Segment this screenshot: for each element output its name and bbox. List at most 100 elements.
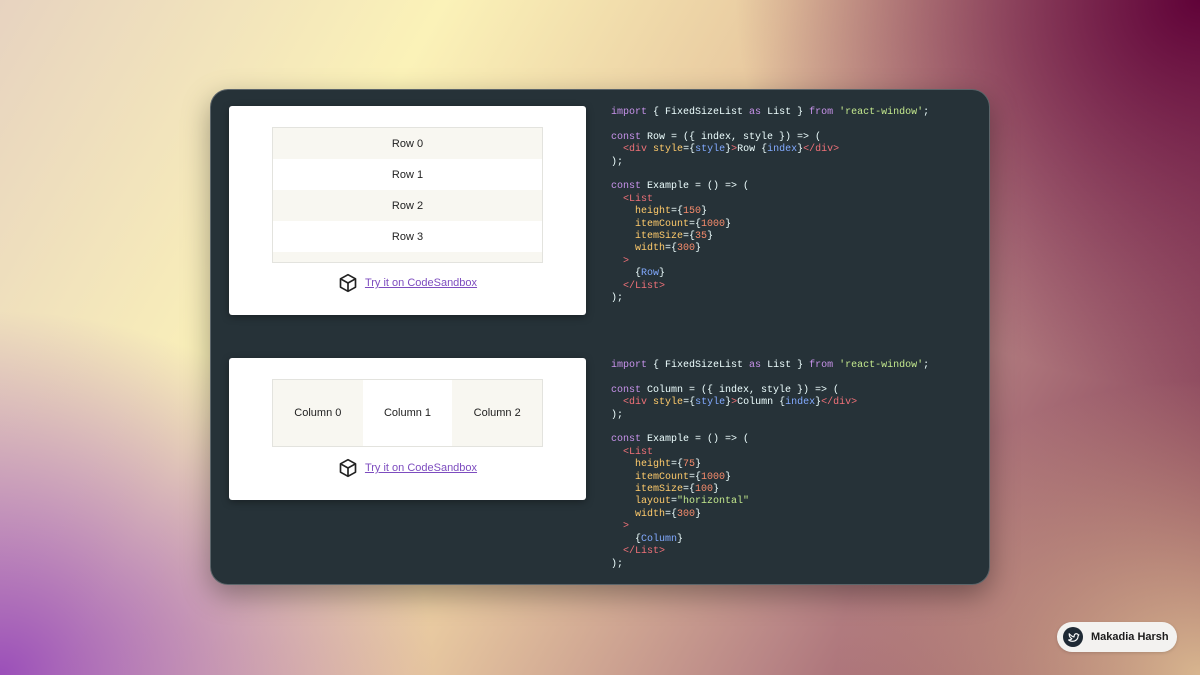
code-token: ={: [683, 397, 696, 409]
code-token: 1000: [701, 218, 726, 230]
author-name: Makadia Harsh: [1091, 631, 1169, 643]
code-line: layout="horizontal": [611, 496, 749, 507]
code-line: );: [611, 410, 623, 421]
code-token: ={: [665, 508, 678, 520]
code-line: const Example = () => (: [611, 181, 749, 192]
fixed-size-list[interactable]: Row 0 Row 1 Row 2 Row 3: [272, 127, 543, 263]
code-token: ={: [689, 471, 702, 483]
codesandbox-icon: [338, 273, 358, 293]
code-token: Example = () => (: [641, 434, 750, 446]
code-token: ={: [689, 218, 702, 230]
bird-logo-icon: [1063, 627, 1083, 647]
code-token: </List>: [623, 546, 666, 558]
code-token: }: [725, 218, 732, 230]
code-line: const Row = ({ index, style }) => (: [611, 132, 821, 143]
code-token: }: [695, 508, 702, 520]
code-token: );: [611, 156, 624, 168]
code-token: as: [749, 360, 762, 371]
code-line: itemCount={1000}: [611, 472, 731, 483]
code-line: itemSize={100}: [611, 484, 719, 495]
code-token: >: [623, 255, 630, 267]
code-token: ;: [923, 360, 930, 371]
code-line: itemSize={35}: [611, 231, 713, 242]
code-token: 'react-window': [839, 107, 924, 118]
code-token: Column = ({ index, style }) => (: [641, 384, 840, 396]
code-token: }: [725, 471, 732, 483]
code-token: 300: [677, 243, 696, 255]
code-token: "horizontal": [677, 496, 750, 508]
code-token: width: [635, 243, 666, 255]
code-token: </div>: [821, 397, 858, 409]
code-line: );: [611, 157, 623, 168]
code-snippet-rows: import { FixedSizeList as List } from 'r…: [611, 107, 929, 306]
code-token: }: [695, 243, 702, 255]
horizontal-list[interactable]: Column 0 Column 1 Column 2: [272, 379, 543, 447]
code-token: 1000: [701, 471, 726, 483]
code-token: 'react-window': [839, 360, 924, 371]
code-line: import { FixedSizeList as List } from 'r…: [611, 360, 929, 371]
code-token: ;: [923, 107, 930, 118]
code-token: 150: [683, 206, 702, 218]
code-token: }: [701, 206, 708, 218]
code-token: { FixedSizeList: [647, 107, 750, 118]
code-line: );: [611, 293, 623, 304]
code-token: 35: [695, 231, 708, 243]
code-token: layout: [635, 496, 672, 508]
code-token: itemCount: [635, 471, 690, 483]
code-token: { FixedSizeList: [647, 360, 750, 371]
code-token: ={: [665, 243, 678, 255]
code-token: }: [659, 268, 666, 280]
codesandbox-link[interactable]: Try it on CodeSandbox: [365, 462, 477, 474]
code-token: const: [611, 384, 642, 396]
code-line: height={150}: [611, 206, 707, 217]
code-token: 75: [683, 459, 696, 471]
code-token: const: [611, 434, 642, 446]
code-token: }: [695, 459, 702, 471]
code-token: ={: [671, 459, 684, 471]
code-token: );: [611, 558, 624, 570]
code-token: ={: [671, 206, 684, 218]
code-line: itemCount={1000}: [611, 219, 731, 230]
code-token: ={: [683, 484, 696, 496]
author-badge[interactable]: Makadia Harsh: [1057, 622, 1177, 652]
code-token: style: [653, 144, 684, 156]
code-token: 100: [695, 484, 714, 496]
code-token: index: [767, 144, 798, 156]
codesandbox-link-row: Try it on CodeSandbox: [229, 273, 586, 293]
code-token: height: [635, 459, 672, 471]
column-list-demo: Column 0 Column 1 Column 2 Try it on Cod…: [229, 358, 586, 500]
code-token: ={: [683, 144, 696, 156]
code-line: </List>: [611, 281, 665, 292]
codesandbox-link[interactable]: Try it on CodeSandbox: [365, 277, 477, 289]
list-column: Column 0: [273, 380, 363, 446]
code-token: >: [623, 521, 630, 533]
list-row-partial: [273, 252, 542, 262]
code-line: <div style={style}>Row {index}</div>: [611, 144, 839, 155]
code-token: Row = ({ index, style }) => (: [641, 131, 822, 143]
code-line: <div style={style}>Column {index}</div>: [611, 397, 857, 408]
code-token: style: [695, 397, 726, 409]
code-token: height: [635, 206, 672, 218]
code-token: Column {: [737, 397, 786, 409]
code-token: );: [611, 293, 624, 305]
list-row: Row 3: [391, 230, 424, 243]
code-token: Column: [641, 533, 678, 545]
code-line: <List: [611, 194, 653, 205]
code-token: style: [653, 397, 684, 409]
code-token: 300: [677, 508, 696, 520]
codesandbox-link-row: Try it on CodeSandbox: [229, 458, 586, 478]
code-token: const: [611, 181, 642, 193]
code-line: {Column}: [611, 534, 683, 545]
list-row: Row 0: [273, 128, 542, 159]
